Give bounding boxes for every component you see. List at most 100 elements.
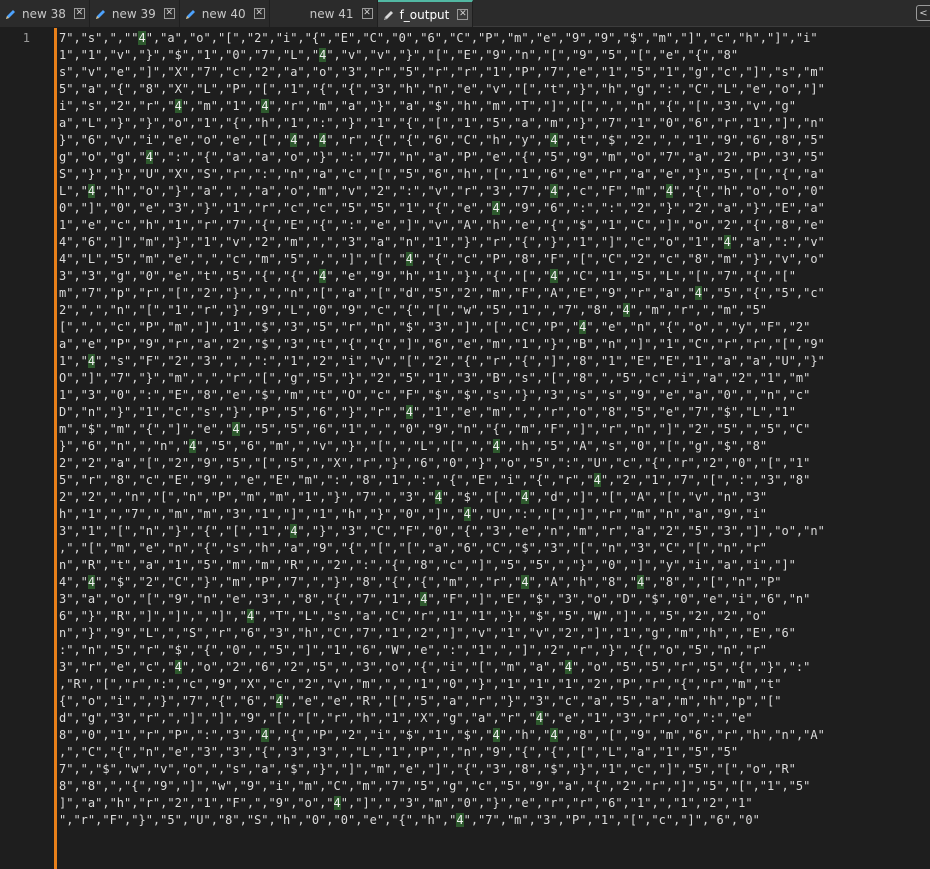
search-highlight: 4: [319, 133, 327, 147]
code-line: 1","4","s","F","2","3",",",":","1","2","…: [59, 354, 825, 368]
close-icon[interactable]: ✕: [163, 8, 175, 19]
code-line: ,","C","{","n","e","3","3","{","3","3","…: [59, 745, 739, 759]
search-highlight: 4: [405, 252, 414, 266]
search-highlight: 4: [492, 439, 500, 453]
search-highlight: 4: [261, 99, 269, 113]
code-line: 7",","$","w","v","o",","s","a","$","}","…: [59, 762, 796, 776]
code-line: :","n","5","r","$","{","0",","5","]","1"…: [59, 643, 768, 657]
code-line: 2","2",","n","[","n","P","m","m","1","}"…: [59, 490, 768, 504]
tab-label: new 41: [309, 6, 354, 21]
tab-new-41[interactable]: new 41 ✕: [269, 0, 378, 27]
code-line: d","g","3","r",","]","]","9","[","[","r"…: [59, 711, 753, 725]
code-line: 7","s",",""4","a","o","[","2","i","{","E…: [59, 31, 818, 45]
search-highlight: 4: [405, 405, 414, 419]
code-line: 0","]","0","e","3","}","1","r","c","c","…: [59, 201, 825, 215]
code-line: ,"R","[","r",":","c","9","X","c","2","v"…: [59, 677, 782, 691]
search-highlight: 4: [521, 490, 529, 504]
search-highlight: 4: [290, 524, 298, 538]
code-line: 1","e","c","h","1","r","7","{","E","{","…: [59, 218, 825, 232]
tab-new-39[interactable]: new 39 ✕: [89, 0, 180, 27]
search-highlight: 4: [87, 575, 96, 589]
code-line: 4","6","]","m","}","1","v","2","m",",","…: [59, 235, 825, 249]
tab-bar: new 38 ✕ new 39 ✕ new 40 ✕ new 41 ✕ f_ou…: [0, 0, 930, 27]
search-highlight: 4: [319, 48, 327, 62]
code-line: 8","0","1","r","P",":","3","4","{","P","…: [59, 728, 825, 742]
change-history-bar: [54, 28, 57, 869]
tab-label: new 40: [201, 6, 246, 21]
code-line: D","n","}","1","c","s","}","P","5","6","…: [59, 405, 796, 419]
tab-f-output[interactable]: f_output ✕: [377, 0, 474, 27]
code-line: 5","r","8","c","E","9",","e","E","m",":"…: [59, 473, 811, 487]
line-number: 1: [22, 31, 30, 45]
search-highlight: 4: [246, 609, 255, 623]
line-number-gutter: 1: [0, 28, 55, 869]
search-highlight: 4: [87, 184, 96, 198]
code-line: [",",","c","P","m","]","1","$","3","5","…: [59, 320, 811, 334]
search-highlight: 4: [622, 303, 630, 317]
search-highlight: 4: [550, 133, 558, 147]
pencil-icon: [383, 10, 393, 20]
code-line: 3","a","o","[","9","n","e","3",","8","{"…: [59, 592, 811, 606]
close-icon[interactable]: ✕: [361, 8, 373, 19]
code-line: ,","[","m","e","n","{","s","h","a","9","…: [59, 541, 768, 555]
search-highlight: 4: [492, 728, 500, 742]
search-highlight: 4: [319, 269, 327, 283]
search-highlight: 4: [232, 422, 240, 436]
tab-label: new 39: [111, 6, 156, 21]
code-line: 8","8",","{","9","]","w","9","i","m","C"…: [59, 779, 811, 793]
search-highlight: 4: [145, 150, 153, 164]
code-line: s","v","e","]","X","7","c","2","a","o","…: [59, 65, 825, 79]
code-line: S","}","}","U","X","S","r",":","n","a","…: [59, 167, 825, 181]
code-line: 4","L","5","m","e",",","c","m","5",",","…: [59, 252, 825, 266]
tab-new-40[interactable]: new 40 ✕: [179, 0, 270, 27]
close-icon[interactable]: ✕: [457, 9, 469, 20]
code-line: O","]","7","}","m",",","r","[","g","5","…: [59, 371, 811, 385]
code-line: }","6","n",","n","4","5","6","m",","v","…: [59, 439, 768, 453]
close-icon[interactable]: ✕: [253, 8, 265, 19]
text-editor[interactable]: 1 7","s",",""4","a","o","[","2","i","{",…: [0, 28, 930, 869]
close-icon[interactable]: ✕: [73, 8, 85, 19]
search-highlight: 4: [694, 286, 702, 300]
search-highlight: 4: [290, 133, 298, 147]
code-line: i","s","2","r","4","m","1","4","r","m","…: [59, 99, 796, 113]
code-line: 6","}","R","]","]",","]","4","T","L","s"…: [59, 609, 768, 623]
search-highlight: 4: [434, 490, 442, 504]
pencil-icon: [95, 9, 105, 19]
pencil-icon: [6, 9, 15, 19]
code-line: 2",",","n","[","1","r","}","9","L","0","…: [59, 303, 768, 317]
search-highlight: 4: [521, 575, 529, 589]
code-line: L","4","h","o","}","a",",","a","o","m","…: [59, 184, 825, 198]
code-line: 1","1","v","}","$","1","0","7","L","4","…: [59, 48, 739, 62]
search-highlight: 4: [723, 235, 731, 249]
code-area[interactable]: 7","s",",""4","a","o","[","2","i","{","E…: [59, 30, 930, 869]
tab-scroll-left-icon[interactable]: <: [916, 5, 930, 21]
search-highlight: 4: [456, 813, 464, 827]
tab-label: new 38: [22, 6, 66, 21]
code-line: 3","r","e","c","4","o","2","6","2","5","…: [59, 660, 811, 674]
search-highlight: 4: [579, 320, 587, 334]
code-line: 1","3","0",":","E","8","e","$","m","t","…: [59, 388, 811, 402]
search-highlight: 4: [550, 728, 558, 742]
code-line: n","R","t","a","1","5","m","m","R",","2"…: [59, 558, 796, 572]
search-highlight: 4: [550, 269, 558, 283]
search-highlight: 4: [275, 694, 283, 708]
code-line: a","L","}","}","o","1","{","h","1",":","…: [59, 116, 825, 130]
search-highlight: 4: [420, 592, 428, 606]
code-line: h","1",","7",","m","m","3","1","]","1","…: [59, 507, 768, 521]
pencil-icon: [185, 9, 195, 19]
code-line: 3","3","g","0","e","t","5","{","{","4","…: [59, 269, 796, 283]
search-highlight: 4: [492, 201, 500, 215]
search-highlight: 4: [333, 796, 341, 810]
tab-new-38[interactable]: new 38 ✕: [0, 0, 90, 27]
search-highlight: 4: [637, 575, 645, 589]
search-highlight: 4: [564, 660, 572, 674]
search-highlight: 4: [550, 184, 558, 198]
editor-window: new 38 ✕ new 39 ✕ new 40 ✕ new 41 ✕ f_ou…: [0, 0, 930, 869]
code-line: 5","a","{","8","X","L","P","[","1","{","…: [59, 82, 825, 96]
code-line: ","r","F","}","5","U","8","S","h","0","0…: [59, 813, 760, 827]
search-highlight: 4: [463, 507, 471, 521]
tab-label: f_output: [399, 7, 450, 22]
code-line: m","7","p","r","[","2","}",",","n","[","…: [59, 286, 825, 300]
code-line: n","}","9","L",","S","r","6","3","h","C"…: [59, 626, 796, 640]
search-highlight: 4: [174, 660, 182, 674]
